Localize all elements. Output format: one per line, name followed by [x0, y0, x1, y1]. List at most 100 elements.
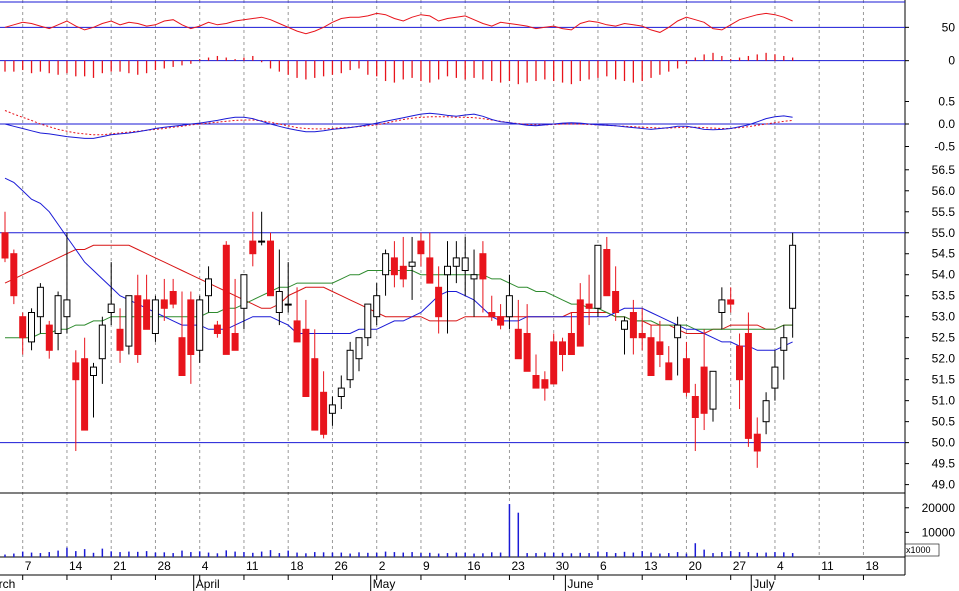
candle-body	[364, 303, 372, 339]
stock-chart: 50 0 0.5 0.0 -0.5 56.5 56.0 55.5 55.0 54.5 54.0 53.…	[0, 0, 959, 591]
x-tick-label: 11	[821, 559, 834, 573]
macd-tick-label: 0.0	[938, 117, 955, 131]
candle-body	[718, 299, 726, 313]
candle-body	[355, 337, 363, 360]
candle-body	[275, 291, 283, 313]
price-tick-label: 54.5	[932, 247, 956, 261]
candle-body	[585, 303, 593, 309]
candle-body	[267, 240, 274, 297]
candle-body	[249, 240, 257, 255]
x-tick-label: 30	[556, 559, 570, 573]
histogram-tick-label: 0	[948, 54, 955, 68]
candle-body	[151, 299, 159, 334]
x-tick-label: 4	[202, 559, 209, 573]
candle-body	[258, 240, 266, 243]
candle-body	[187, 299, 195, 355]
price-tick-label: 51.0	[932, 394, 956, 408]
candle-body	[444, 265, 451, 276]
month-label: June	[567, 577, 593, 591]
x-tick-label: 7	[25, 559, 32, 573]
x-tick-label: 18	[865, 559, 879, 573]
candle-body	[205, 278, 212, 297]
x-tick-label: 26	[334, 559, 348, 573]
x-tick-label: 21	[113, 559, 127, 573]
candle-body	[107, 303, 115, 314]
x-tick-label: 28	[157, 559, 171, 573]
x-tick-label: 23	[511, 559, 525, 573]
x-tick-label: 18	[290, 559, 304, 573]
price-tick-label: 52.0	[932, 352, 956, 366]
candle-body	[196, 299, 204, 351]
chart-background	[0, 0, 959, 591]
candle-body	[382, 253, 390, 276]
x-tick-label: 16	[467, 559, 481, 573]
candle-body	[72, 362, 80, 381]
candle-body	[222, 244, 230, 355]
candle-body	[125, 295, 133, 347]
candle-body	[36, 286, 44, 318]
x-tick-label: 11	[246, 559, 259, 573]
candle-body	[160, 299, 168, 309]
candle-body	[426, 257, 434, 284]
candle-body	[10, 253, 18, 297]
candle-body	[727, 299, 735, 305]
candle-body	[461, 257, 469, 271]
candle-body	[550, 341, 558, 385]
candle-body	[337, 387, 345, 398]
candle-body	[789, 244, 797, 309]
price-tick-label: 53.0	[932, 310, 956, 324]
candle-body	[213, 324, 221, 335]
candle-body	[116, 328, 124, 351]
candle-body	[594, 244, 602, 309]
candle-body	[231, 333, 239, 351]
candle-body	[81, 358, 89, 431]
rsi-tick-label: 50	[942, 20, 956, 34]
candle-body	[390, 257, 398, 276]
candle-body	[373, 295, 381, 318]
price-tick-label: 49.0	[932, 478, 956, 492]
month-label: April	[196, 577, 220, 591]
candle-body	[665, 362, 673, 381]
candle-body	[709, 370, 717, 410]
candle-body	[638, 333, 646, 339]
candle-body	[98, 324, 106, 360]
candle-body	[488, 312, 496, 318]
candle-body	[497, 316, 505, 326]
candle-body	[674, 324, 682, 339]
candle-body	[780, 337, 788, 351]
x-tick-label: 20	[688, 559, 702, 573]
x-tick-label: 14	[69, 559, 83, 573]
month-label: March	[0, 577, 15, 591]
price-tick-label: 53.5	[932, 289, 956, 303]
candle-body	[435, 286, 443, 318]
x-tick-label: 4	[777, 559, 784, 573]
candle-body	[54, 295, 62, 335]
volume-tick-label: 10000	[922, 525, 956, 539]
candle-body	[541, 379, 549, 389]
price-tick-label: 56.5	[932, 163, 956, 177]
price-tick-label: 49.5	[932, 457, 956, 471]
candle-body	[284, 303, 292, 306]
candle-body	[169, 291, 177, 305]
x-tick-label: 27	[733, 559, 747, 573]
candle-body	[90, 366, 97, 377]
candle-body	[452, 257, 460, 267]
candle-body	[302, 328, 310, 397]
x-tick-label: 9	[423, 559, 430, 573]
candle-body	[532, 375, 540, 389]
candle-body	[621, 320, 628, 330]
macd-tick-label: 0.5	[938, 95, 955, 109]
candle-body	[346, 349, 354, 381]
candle-body	[523, 333, 531, 372]
price-tick-label: 50.0	[932, 436, 956, 450]
candle-body	[514, 328, 522, 360]
price-tick-label: 55.5	[932, 205, 956, 219]
candle-body	[63, 299, 71, 318]
candle-body	[682, 358, 690, 393]
month-label: July	[753, 577, 774, 591]
x-tick-label: 13	[644, 559, 658, 573]
candle-body	[567, 333, 575, 355]
candle-body	[399, 265, 407, 280]
candle-body	[479, 253, 487, 280]
candle-body	[603, 249, 611, 297]
